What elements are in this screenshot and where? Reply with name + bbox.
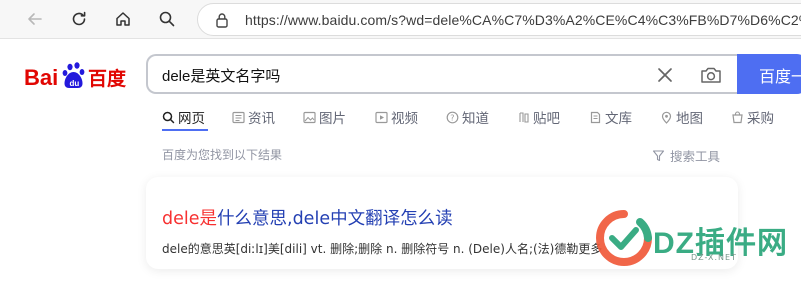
active-tab-indicator [162, 129, 208, 131]
result-count-text: 百度为您找到以下结果 [162, 148, 283, 162]
clear-icon[interactable] [655, 65, 675, 85]
search-toolbar-button[interactable] [152, 4, 182, 34]
svg-text:?: ? [450, 113, 454, 122]
tab-news[interactable]: 资讯 [232, 106, 275, 128]
tab-label: 网页 [178, 111, 205, 127]
tab-video[interactable]: 视频 [375, 106, 418, 128]
tab-images[interactable]: 图片 [303, 106, 346, 128]
map-icon [660, 111, 673, 124]
tab-label: 知道 [462, 111, 489, 127]
search-query-text: dele是英文名字吗 [162, 68, 281, 85]
tieba-icon [517, 111, 530, 124]
reload-icon [72, 11, 86, 26]
result-title-link[interactable]: dele是什么意思,dele中文翻译怎么读 [162, 205, 453, 230]
question-icon: ? [446, 111, 459, 124]
result-title-rest: 什么意思,dele中文翻译怎么读 [217, 209, 453, 229]
search-tools-label: 搜索工具 [670, 149, 721, 164]
logo-text-left: Bai [24, 65, 58, 90]
purchase-icon [731, 110, 744, 124]
result-snippet: dele的意思英[diːlɪ]美[dili] vt. 删除;删除 n. 删除符号… [162, 242, 603, 256]
tab-label: 采购 [747, 111, 774, 127]
logo-text-right: 百度 [88, 67, 127, 90]
back-arrow-icon [28, 13, 42, 25]
tab-zhidao[interactable]: ? 知道 [446, 106, 489, 128]
browser-toolbar: https://www.baidu.com/s?wd=dele%CA%C7%D3… [0, 0, 801, 39]
tab-webpage[interactable]: 网页 [162, 106, 205, 128]
tab-tieba[interactable]: 贴吧 [517, 106, 560, 128]
watermark-sub: DZ-X.NET [691, 253, 737, 262]
search-icon [159, 11, 175, 27]
tab-label: 资讯 [248, 111, 275, 127]
video-icon [375, 111, 388, 124]
search-tools-button[interactable]: 搜索工具 [652, 146, 720, 165]
tab-label: 图片 [319, 111, 346, 127]
svg-text:du: du [70, 79, 80, 88]
tab-map[interactable]: 地图 [660, 106, 703, 128]
result-title-highlight: dele是 [162, 209, 218, 229]
camera-icon[interactable] [699, 63, 723, 87]
tab-label: 地图 [676, 111, 703, 127]
lock-icon [216, 13, 228, 28]
reload-button[interactable] [64, 4, 94, 34]
search-input[interactable]: dele是英文名字吗 [146, 54, 739, 94]
news-icon [232, 111, 245, 124]
watermark: DZ插件网 DZ-X.NET [596, 210, 801, 268]
tab-purchase[interactable]: 采购 [731, 106, 774, 128]
address-bar[interactable]: https://www.baidu.com/s?wd=dele%CA%C7%D3… [197, 3, 801, 36]
back-button[interactable] [20, 4, 50, 34]
dz-logo-icon [596, 210, 652, 266]
url-text: https://www.baidu.com/s?wd=dele%CA%C7%D3… [245, 12, 801, 28]
home-icon [116, 12, 130, 26]
search-icon [162, 111, 175, 124]
tab-wenku[interactable]: 文库 [589, 106, 632, 128]
tab-label: 贴吧 [533, 111, 560, 127]
search-button[interactable]: 百度一下 [737, 54, 801, 94]
baidu-logo[interactable]: Bai du 百度 [24, 61, 136, 95]
tab-label: 视频 [391, 111, 418, 127]
baidu-paw-logo-icon: Bai du 百度 [24, 62, 127, 90]
home-button[interactable] [108, 4, 138, 34]
image-icon [303, 111, 316, 124]
filter-icon [652, 150, 665, 162]
document-icon [589, 111, 602, 124]
tab-label: 文库 [605, 111, 632, 127]
